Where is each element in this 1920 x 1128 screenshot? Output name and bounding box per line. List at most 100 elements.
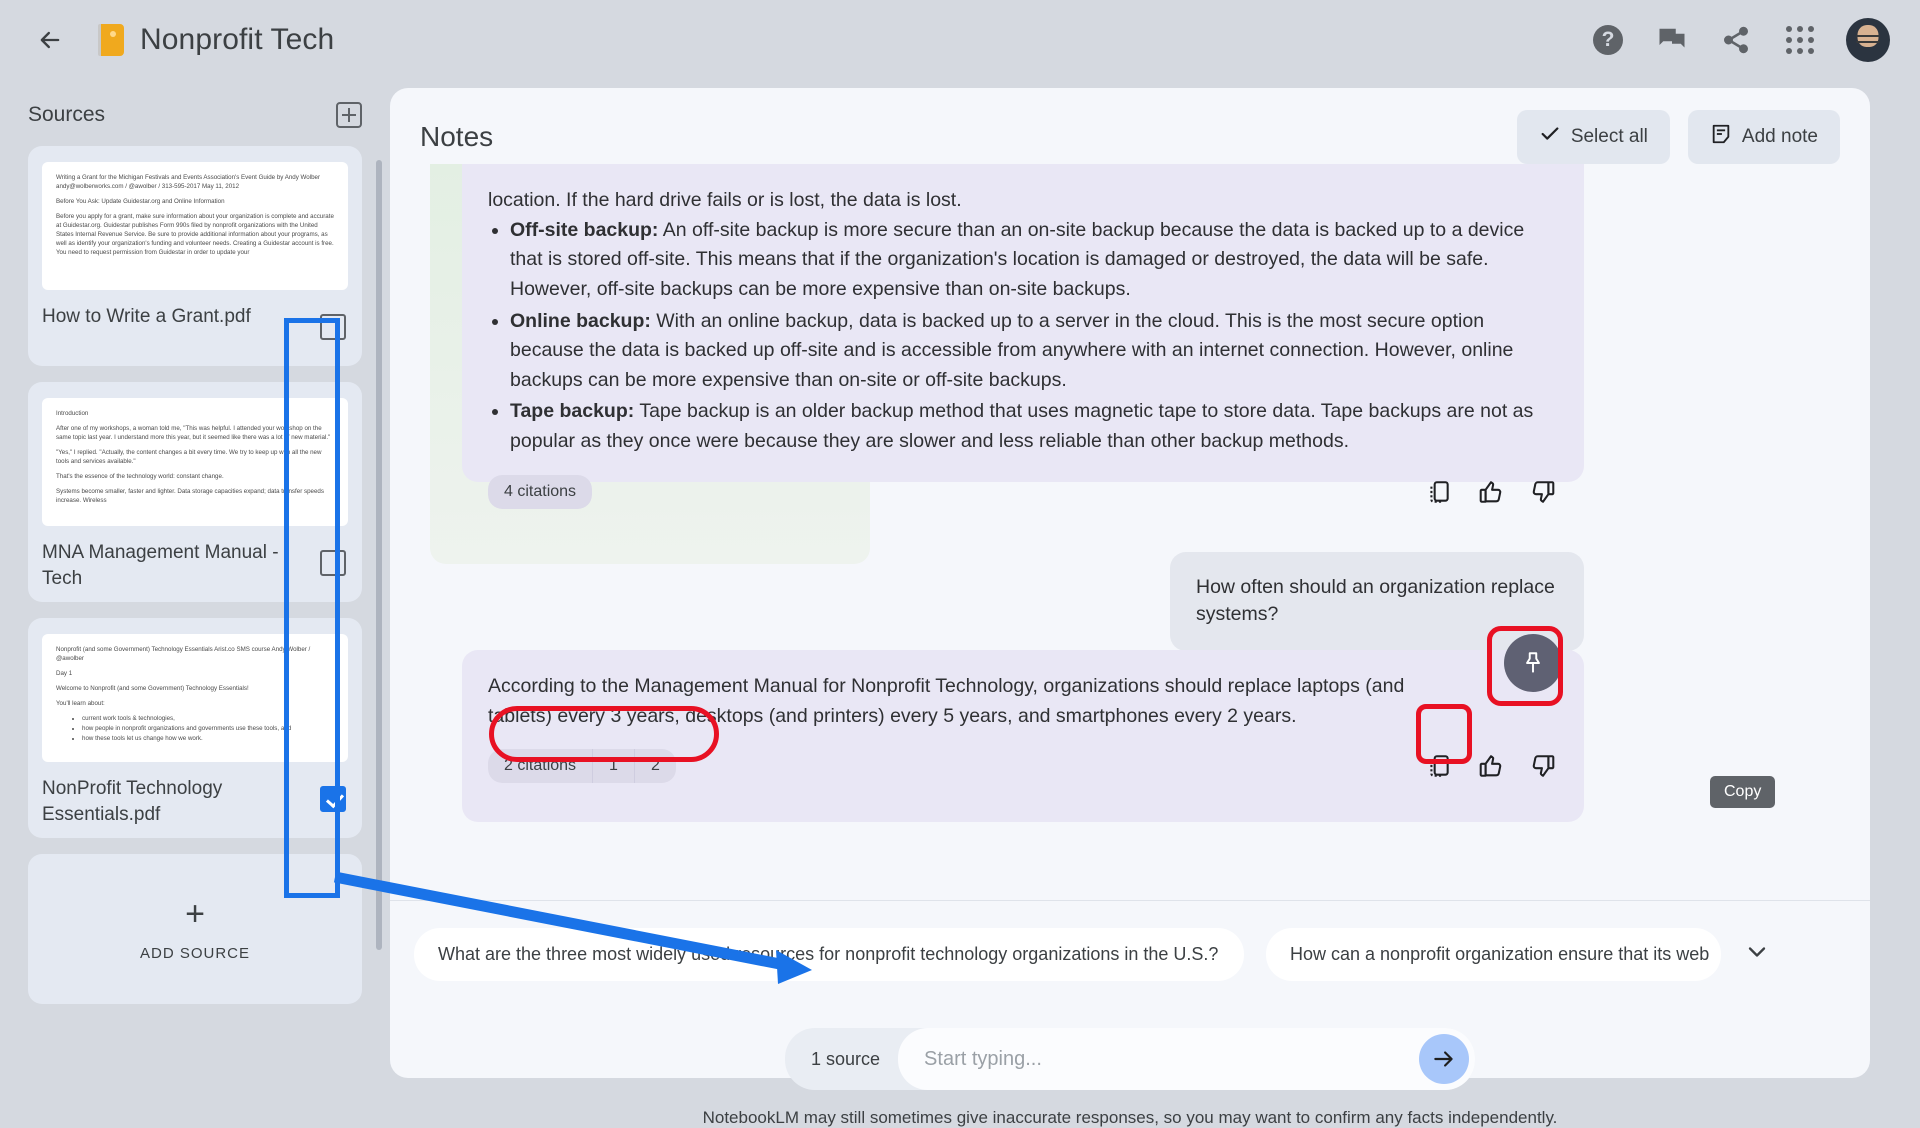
source-name: NonProfit Technology Essentials.pdf bbox=[42, 778, 223, 825]
pin-button[interactable] bbox=[1504, 634, 1562, 692]
feedback-icon[interactable] bbox=[1654, 22, 1690, 58]
notes-panel: Notes Select all Add note location. If t… bbox=[390, 88, 1870, 1127]
source-checkbox[interactable] bbox=[320, 786, 346, 812]
composer-wrap: 1 source bbox=[785, 1028, 1475, 1090]
help-icon[interactable]: ? bbox=[1590, 22, 1626, 58]
answer-intro-line: location. If the hard drive fails or is … bbox=[488, 189, 962, 211]
bullet-text: An off-site backup is more secure than a… bbox=[510, 218, 1525, 300]
answer-card: According to the Management Manual for N… bbox=[462, 634, 1584, 822]
add-note-button[interactable]: Add note bbox=[1687, 110, 1840, 164]
thumb-line: Welcome to Nonprofit (and some Governmen… bbox=[56, 684, 249, 692]
divider bbox=[390, 900, 1870, 901]
thumb-line: Day 1 bbox=[56, 669, 73, 677]
chevron-down-icon[interactable] bbox=[1743, 938, 1771, 971]
notebook-icon bbox=[98, 24, 124, 56]
citations-group: 2 citations 1 2 bbox=[488, 749, 676, 784]
bullet-text: Tape backup is an older backup method th… bbox=[510, 400, 1534, 452]
select-all-button[interactable]: Select all bbox=[1516, 110, 1670, 164]
apps-grid-dots bbox=[1786, 26, 1814, 54]
thumb-up-icon[interactable] bbox=[1476, 477, 1506, 507]
top-bar-actions: ? bbox=[1590, 18, 1890, 62]
add-source-icon[interactable] bbox=[336, 102, 362, 128]
copy-icon[interactable] bbox=[1424, 751, 1454, 781]
source-checkbox[interactable] bbox=[320, 314, 346, 340]
bullet-term: Off-site backup: bbox=[510, 218, 659, 241]
notes-title: Notes bbox=[420, 121, 494, 152]
send-button[interactable] bbox=[1419, 1034, 1469, 1084]
answer-actions bbox=[1424, 751, 1558, 781]
disclaimer-text: NotebookLM may still sometimes give inac… bbox=[702, 1108, 1558, 1127]
apps-grid-icon[interactable] bbox=[1782, 22, 1818, 58]
answer-footer: 2 citations 1 2 bbox=[488, 749, 1558, 784]
copy-icon[interactable] bbox=[1424, 477, 1454, 507]
share-icon[interactable] bbox=[1718, 22, 1754, 58]
thumb-line: Introduction bbox=[56, 410, 89, 417]
copy-tooltip: Copy bbox=[1710, 776, 1776, 808]
query-input[interactable] bbox=[924, 1047, 1405, 1071]
answer-text: location. If the hard drive fails or is … bbox=[488, 186, 1558, 457]
answer-bullet: Online backup: With an online backup, da… bbox=[510, 307, 1558, 396]
avatar[interactable] bbox=[1846, 18, 1890, 62]
answer-card: location. If the hard drive fails or is … bbox=[462, 164, 1584, 509]
sources-title: Sources bbox=[28, 103, 106, 126]
citations-group: 4 citations bbox=[488, 474, 593, 509]
select-all-label: Select all bbox=[1570, 126, 1648, 147]
query-input-wrap bbox=[898, 1028, 1475, 1090]
suggestion-chip[interactable]: How can a nonprofit organization ensure … bbox=[1266, 928, 1721, 981]
thumb-bullets: current work tools & technologies, how p… bbox=[82, 715, 334, 744]
answer-bullet: Off-site backup: An off-site backup is m… bbox=[510, 216, 1558, 305]
thumb-line: "Yes," I replied. "Actually, the content… bbox=[56, 448, 322, 465]
suggestion-chip[interactable]: What are the three most widely used reso… bbox=[414, 928, 1244, 981]
answer-text: According to the Management Manual for N… bbox=[488, 675, 1405, 727]
thumb-up-icon[interactable] bbox=[1476, 751, 1506, 781]
answer-bullet: Tape backup: Tape backup is an older bac… bbox=[510, 397, 1558, 456]
sidebar-scrollbar[interactable] bbox=[376, 160, 382, 950]
source-card-how-to-write-a-grant[interactable]: Writing a Grant for the Michigan Festiva… bbox=[28, 146, 362, 366]
sources-sidebar: Sources Writing a Grant for the Michigan… bbox=[0, 80, 390, 1080]
add-note-label: Add note bbox=[1741, 126, 1818, 147]
bullet-term: Online backup: bbox=[510, 309, 651, 332]
answer-footer: 4 citations bbox=[488, 474, 1558, 509]
source-card-nonprofit-technology-essentials[interactable]: Nonprofit (and some Government) Technolo… bbox=[28, 618, 362, 838]
bullet-text: With an online backup, data is backed up… bbox=[510, 309, 1514, 391]
source-thumbnail: Nonprofit (and some Government) Technolo… bbox=[42, 634, 348, 762]
thumb-line: Systems become smaller, faster and light… bbox=[56, 487, 324, 504]
source-name: MNA Management Manual - Tech bbox=[42, 542, 279, 589]
thumb-bullet: how people in nonprofit organizations an… bbox=[82, 725, 334, 734]
thumb-line: Before you apply for a grant, make sure … bbox=[56, 212, 334, 256]
source-thumbnail: Writing a Grant for the Michigan Festiva… bbox=[42, 162, 348, 290]
source-thumbnail: Introduction After one of my workshops, … bbox=[42, 398, 348, 526]
thumb-bullet: current work tools & technologies, bbox=[82, 715, 334, 724]
note-icon bbox=[1710, 123, 1732, 151]
page-title: Nonprofit Tech bbox=[140, 23, 335, 56]
notes-actions: Select all Add note bbox=[1516, 110, 1840, 164]
thumb-line: You'll learn about: bbox=[56, 699, 105, 707]
source-count-label[interactable]: 1 source bbox=[811, 1049, 880, 1070]
source-list: Writing a Grant for the Michigan Festiva… bbox=[0, 138, 390, 1004]
citations-chip[interactable]: 4 citations bbox=[488, 474, 593, 509]
citation-number-chip[interactable]: 2 bbox=[634, 749, 676, 784]
suggested-questions: What are the three most widely used reso… bbox=[414, 928, 1854, 981]
help-icon-glyph: ? bbox=[1593, 25, 1623, 55]
back-arrow-icon[interactable] bbox=[30, 20, 70, 60]
top-bar: Nonprofit Tech ? bbox=[0, 0, 1920, 80]
source-checkbox[interactable] bbox=[320, 550, 346, 576]
add-source-button[interactable]: + ADD SOURCE bbox=[28, 854, 362, 1004]
thumb-line: That's the essence of the technology wor… bbox=[56, 472, 224, 480]
thumb-line: Nonprofit (and some Government) Technolo… bbox=[56, 646, 311, 662]
thumb-down-icon[interactable] bbox=[1528, 751, 1558, 781]
answer-bullets: Off-site backup: An off-site backup is m… bbox=[510, 216, 1558, 457]
thumb-down-icon[interactable] bbox=[1528, 477, 1558, 507]
composer: 1 source bbox=[390, 1028, 1870, 1090]
source-more-options-icon[interactable] bbox=[336, 394, 340, 412]
notes-header: Notes Select all Add note bbox=[390, 88, 1870, 164]
source-name: How to Write a Grant.pdf bbox=[42, 306, 251, 327]
citations-chip[interactable]: 2 citations bbox=[488, 749, 594, 784]
answer-actions bbox=[1424, 477, 1558, 507]
check-icon bbox=[1539, 123, 1561, 151]
plus-icon: + bbox=[185, 894, 205, 933]
citation-number-chip[interactable]: 1 bbox=[593, 749, 635, 784]
chat-area: location. If the hard drive fails or is … bbox=[390, 164, 1870, 884]
sources-header: Sources bbox=[0, 80, 390, 138]
source-card-mna-management-manual[interactable]: Introduction After one of my workshops, … bbox=[28, 382, 362, 602]
